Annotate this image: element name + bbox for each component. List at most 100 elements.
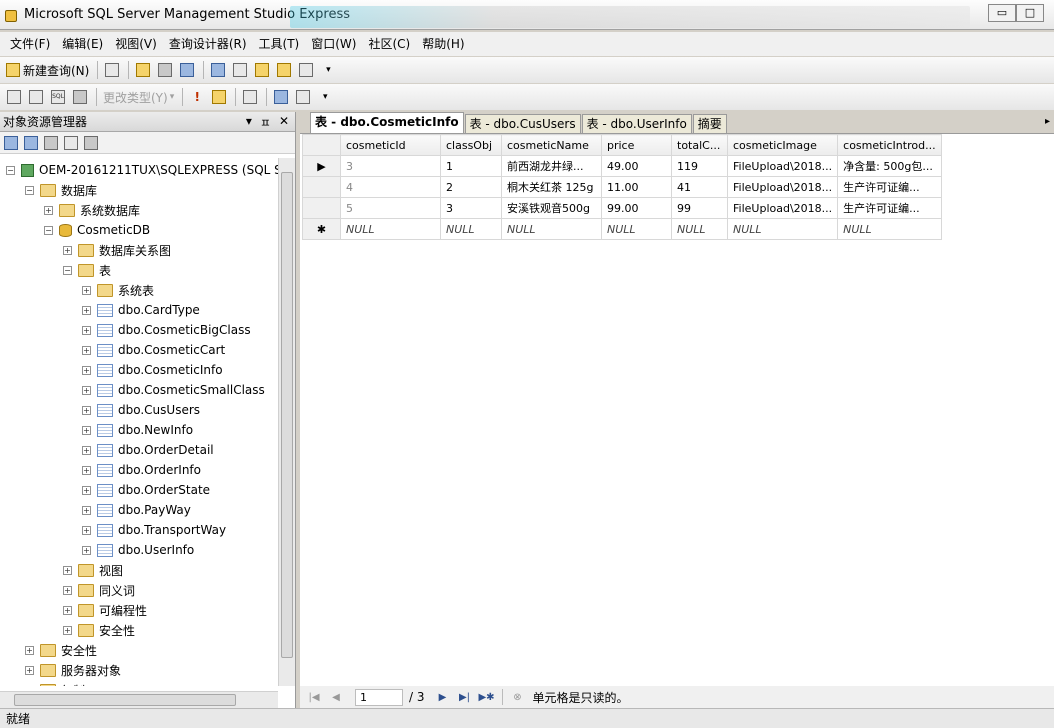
grid-cell[interactable]: NULL <box>671 218 728 240</box>
grid-cell[interactable]: NULL <box>726 218 839 240</box>
properties-button[interactable] <box>296 60 316 80</box>
row-selector[interactable]: ▶ <box>302 155 341 177</box>
grid-cell[interactable]: 3 <box>440 197 502 219</box>
show-results-pane-button[interactable] <box>70 87 90 107</box>
tree-node[interactable]: − CosmeticDB <box>44 220 150 240</box>
expand-icon[interactable]: + <box>82 325 91 335</box>
grid-cell[interactable]: 3 <box>340 155 441 177</box>
open-button[interactable] <box>133 60 153 80</box>
change-type-button[interactable]: 更改类型(Y) ▾ <box>101 87 176 107</box>
expand-icon[interactable]: + <box>25 665 34 675</box>
grid-cell[interactable]: 4 <box>340 176 441 198</box>
cancel-icon[interactable]: ⊗ <box>510 689 526 705</box>
sort-button[interactable] <box>240 87 260 107</box>
menu-query-designer[interactable]: 查询设计器(R) <box>163 32 253 56</box>
tree-node[interactable]: + dbo.PayWay <box>82 500 191 520</box>
show-sql-pane-button[interactable]: SQL <box>48 87 68 107</box>
add-derived-table-button[interactable] <box>293 87 313 107</box>
template-explorer-button[interactable] <box>252 60 272 80</box>
dropdown-icon[interactable]: ▾ <box>246 114 252 131</box>
grid-cell[interactable]: NULL <box>440 218 502 240</box>
collapse-icon[interactable]: − <box>6 165 15 175</box>
tree-node[interactable]: + 系统表 <box>82 280 154 300</box>
tree-node[interactable]: + 数据库关系图 <box>63 240 171 260</box>
stop-icon[interactable] <box>44 135 58 150</box>
collapse-icon[interactable]: − <box>25 185 34 195</box>
grid-cell[interactable]: 119 <box>671 155 728 177</box>
expand-icon[interactable]: + <box>25 685 34 686</box>
object-explorer-button[interactable] <box>230 60 250 80</box>
tab-cususers[interactable]: 表 - dbo.CusUsers <box>464 114 581 133</box>
tree-node[interactable]: + dbo.UserInfo <box>82 540 194 560</box>
toolbar-overflow-button[interactable]: ▾ <box>318 60 338 80</box>
grid-cell[interactable]: NULL <box>501 218 602 240</box>
execute-sql-button[interactable]: ! <box>187 87 207 107</box>
grid-cell[interactable]: 1 <box>440 155 502 177</box>
menu-window[interactable]: 窗口(W) <box>305 32 362 56</box>
refresh-icon[interactable] <box>64 135 78 150</box>
grid-cell[interactable]: 11.00 <box>601 176 672 198</box>
tree-node[interactable]: + 复制 <box>25 680 85 686</box>
tree-node[interactable]: + dbo.CosmeticBigClass <box>82 320 251 340</box>
column-header[interactable]: cosmeticImage <box>726 134 839 156</box>
expand-icon[interactable]: + <box>82 285 91 295</box>
expand-icon[interactable]: + <box>82 305 91 315</box>
minimize-button[interactable]: ▭ <box>988 4 1016 22</box>
grid-cell[interactable]: 生产许可证编... <box>837 176 942 198</box>
tree-node[interactable]: + dbo.CardType <box>82 300 200 320</box>
current-record-field[interactable]: 1 <box>355 688 403 706</box>
summary-button[interactable] <box>274 60 294 80</box>
column-header[interactable]: cosmeticId <box>340 134 441 156</box>
expand-icon[interactable]: + <box>82 345 91 355</box>
new-query-button[interactable]: 新建查询(N) <box>4 60 91 80</box>
row-selector[interactable] <box>302 176 341 198</box>
verify-sql-button[interactable] <box>209 87 229 107</box>
column-header[interactable]: cosmeticIntrod... <box>837 134 942 156</box>
expand-icon[interactable]: + <box>82 545 91 555</box>
menu-community[interactable]: 社区(C) <box>362 32 416 56</box>
expand-icon[interactable]: + <box>63 605 72 615</box>
tree-node[interactable]: + 服务器对象 <box>25 660 121 680</box>
new-file-button[interactable] <box>102 60 122 80</box>
registered-servers-button[interactable] <box>208 60 228 80</box>
expand-icon[interactable]: + <box>82 505 91 515</box>
filter-icon[interactable] <box>84 135 98 150</box>
tree-node[interactable]: − 表 <box>63 260 111 280</box>
expand-icon[interactable]: + <box>82 485 91 495</box>
maximize-button[interactable]: □ <box>1016 4 1044 22</box>
save-button[interactable] <box>155 60 175 80</box>
grid-cell[interactable]: NULL <box>340 218 441 240</box>
tree-vertical-scrollbar[interactable] <box>278 158 295 686</box>
tab-list-icon[interactable]: ▸ <box>1045 116 1050 127</box>
expand-icon[interactable]: + <box>63 565 72 575</box>
expand-icon[interactable]: + <box>63 585 72 595</box>
grid-cell[interactable]: 安溪铁观音500g <box>501 197 602 219</box>
expand-icon[interactable]: + <box>82 405 91 415</box>
expand-icon[interactable]: + <box>44 205 53 215</box>
first-record-icon[interactable]: |◀ <box>306 689 322 705</box>
next-record-icon[interactable]: ▶ <box>435 689 451 705</box>
tree-node[interactable]: + dbo.CosmeticCart <box>82 340 225 360</box>
tab-summary[interactable]: 摘要 <box>692 114 727 133</box>
grid-cell[interactable]: FileUpload\2018... <box>726 155 839 177</box>
show-diagram-pane-button[interactable] <box>4 87 24 107</box>
grid-cell[interactable]: 生产许可证编... <box>837 197 942 219</box>
add-table-button[interactable] <box>271 87 291 107</box>
expand-icon[interactable]: + <box>25 645 34 655</box>
row-selector[interactable] <box>302 197 341 219</box>
grid-cell[interactable]: 49.00 <box>601 155 672 177</box>
pin-icon[interactable]: ㅍ <box>260 114 271 131</box>
tree-node[interactable]: + 可编程性 <box>63 600 147 620</box>
menu-view[interactable]: 视图(V) <box>109 32 163 56</box>
toolbar-overflow-button[interactable]: ▾ <box>315 87 335 107</box>
show-criteria-pane-button[interactable] <box>26 87 46 107</box>
collapse-icon[interactable]: − <box>63 265 72 275</box>
close-icon[interactable]: ✕ <box>279 114 289 131</box>
expand-icon[interactable]: + <box>82 525 91 535</box>
expand-icon[interactable]: + <box>82 365 91 375</box>
column-header[interactable]: classObj <box>440 134 502 156</box>
new-record-icon[interactable]: ▶✱ <box>478 689 494 705</box>
menu-file[interactable]: 文件(F) <box>4 32 56 56</box>
last-record-icon[interactable]: ▶| <box>457 689 473 705</box>
disconnect-icon[interactable] <box>24 135 38 150</box>
